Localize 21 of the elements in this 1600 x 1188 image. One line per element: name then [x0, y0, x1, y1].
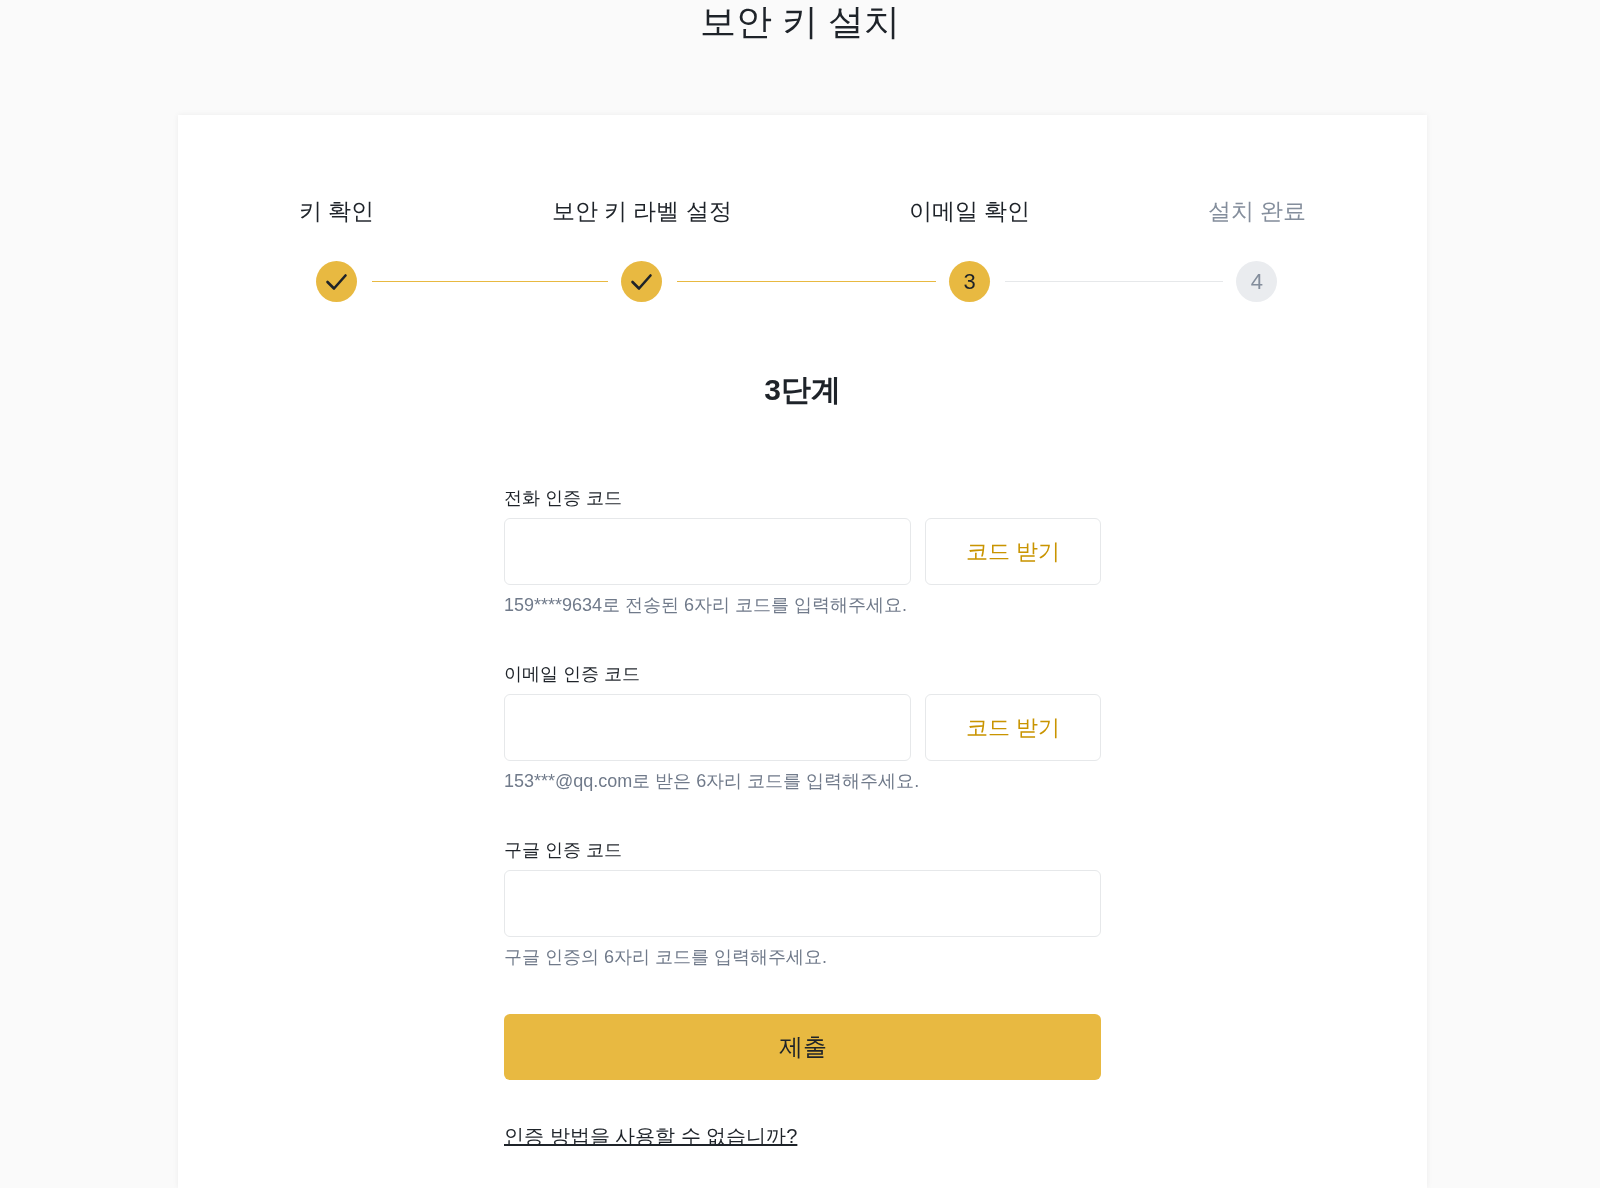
step-heading: 3단계	[764, 372, 841, 408]
input-field[interactable]	[504, 518, 911, 585]
step-check-icon	[316, 261, 358, 302]
field-hint: 153***@qq.com로 받은 6자리 코드를 입력해주세요.	[504, 770, 920, 793]
field-label: 전화 인증 코드	[504, 487, 622, 510]
step-label: 보안 키 라벨 설정	[551, 197, 732, 225]
step-check-icon	[621, 261, 663, 302]
field-label: 이메일 인증 코드	[504, 663, 640, 686]
step-number: 4	[1236, 261, 1278, 302]
step-label: 설치 완료	[1207, 197, 1306, 225]
field-hint: 159****9634로 전송된 6자리 코드를 입력해주세요.	[504, 594, 908, 617]
input-field[interactable]	[504, 870, 1101, 937]
step-label: 이메일 확인	[909, 197, 1031, 225]
step-number: 3	[949, 261, 991, 302]
help-link[interactable]: 인증 방법을 사용할 수 없습니까?	[504, 1125, 798, 1147]
field-label: 구글 인증 코드	[504, 839, 622, 862]
field-hint: 구글 인증의 6자리 코드를 입력해주세요.	[504, 946, 827, 969]
submit-button[interactable]: 제출	[504, 1014, 1101, 1080]
page-title: 보안 키 설치	[700, 0, 900, 44]
step-label: 키 확인	[299, 197, 375, 225]
input-field[interactable]	[504, 694, 911, 761]
